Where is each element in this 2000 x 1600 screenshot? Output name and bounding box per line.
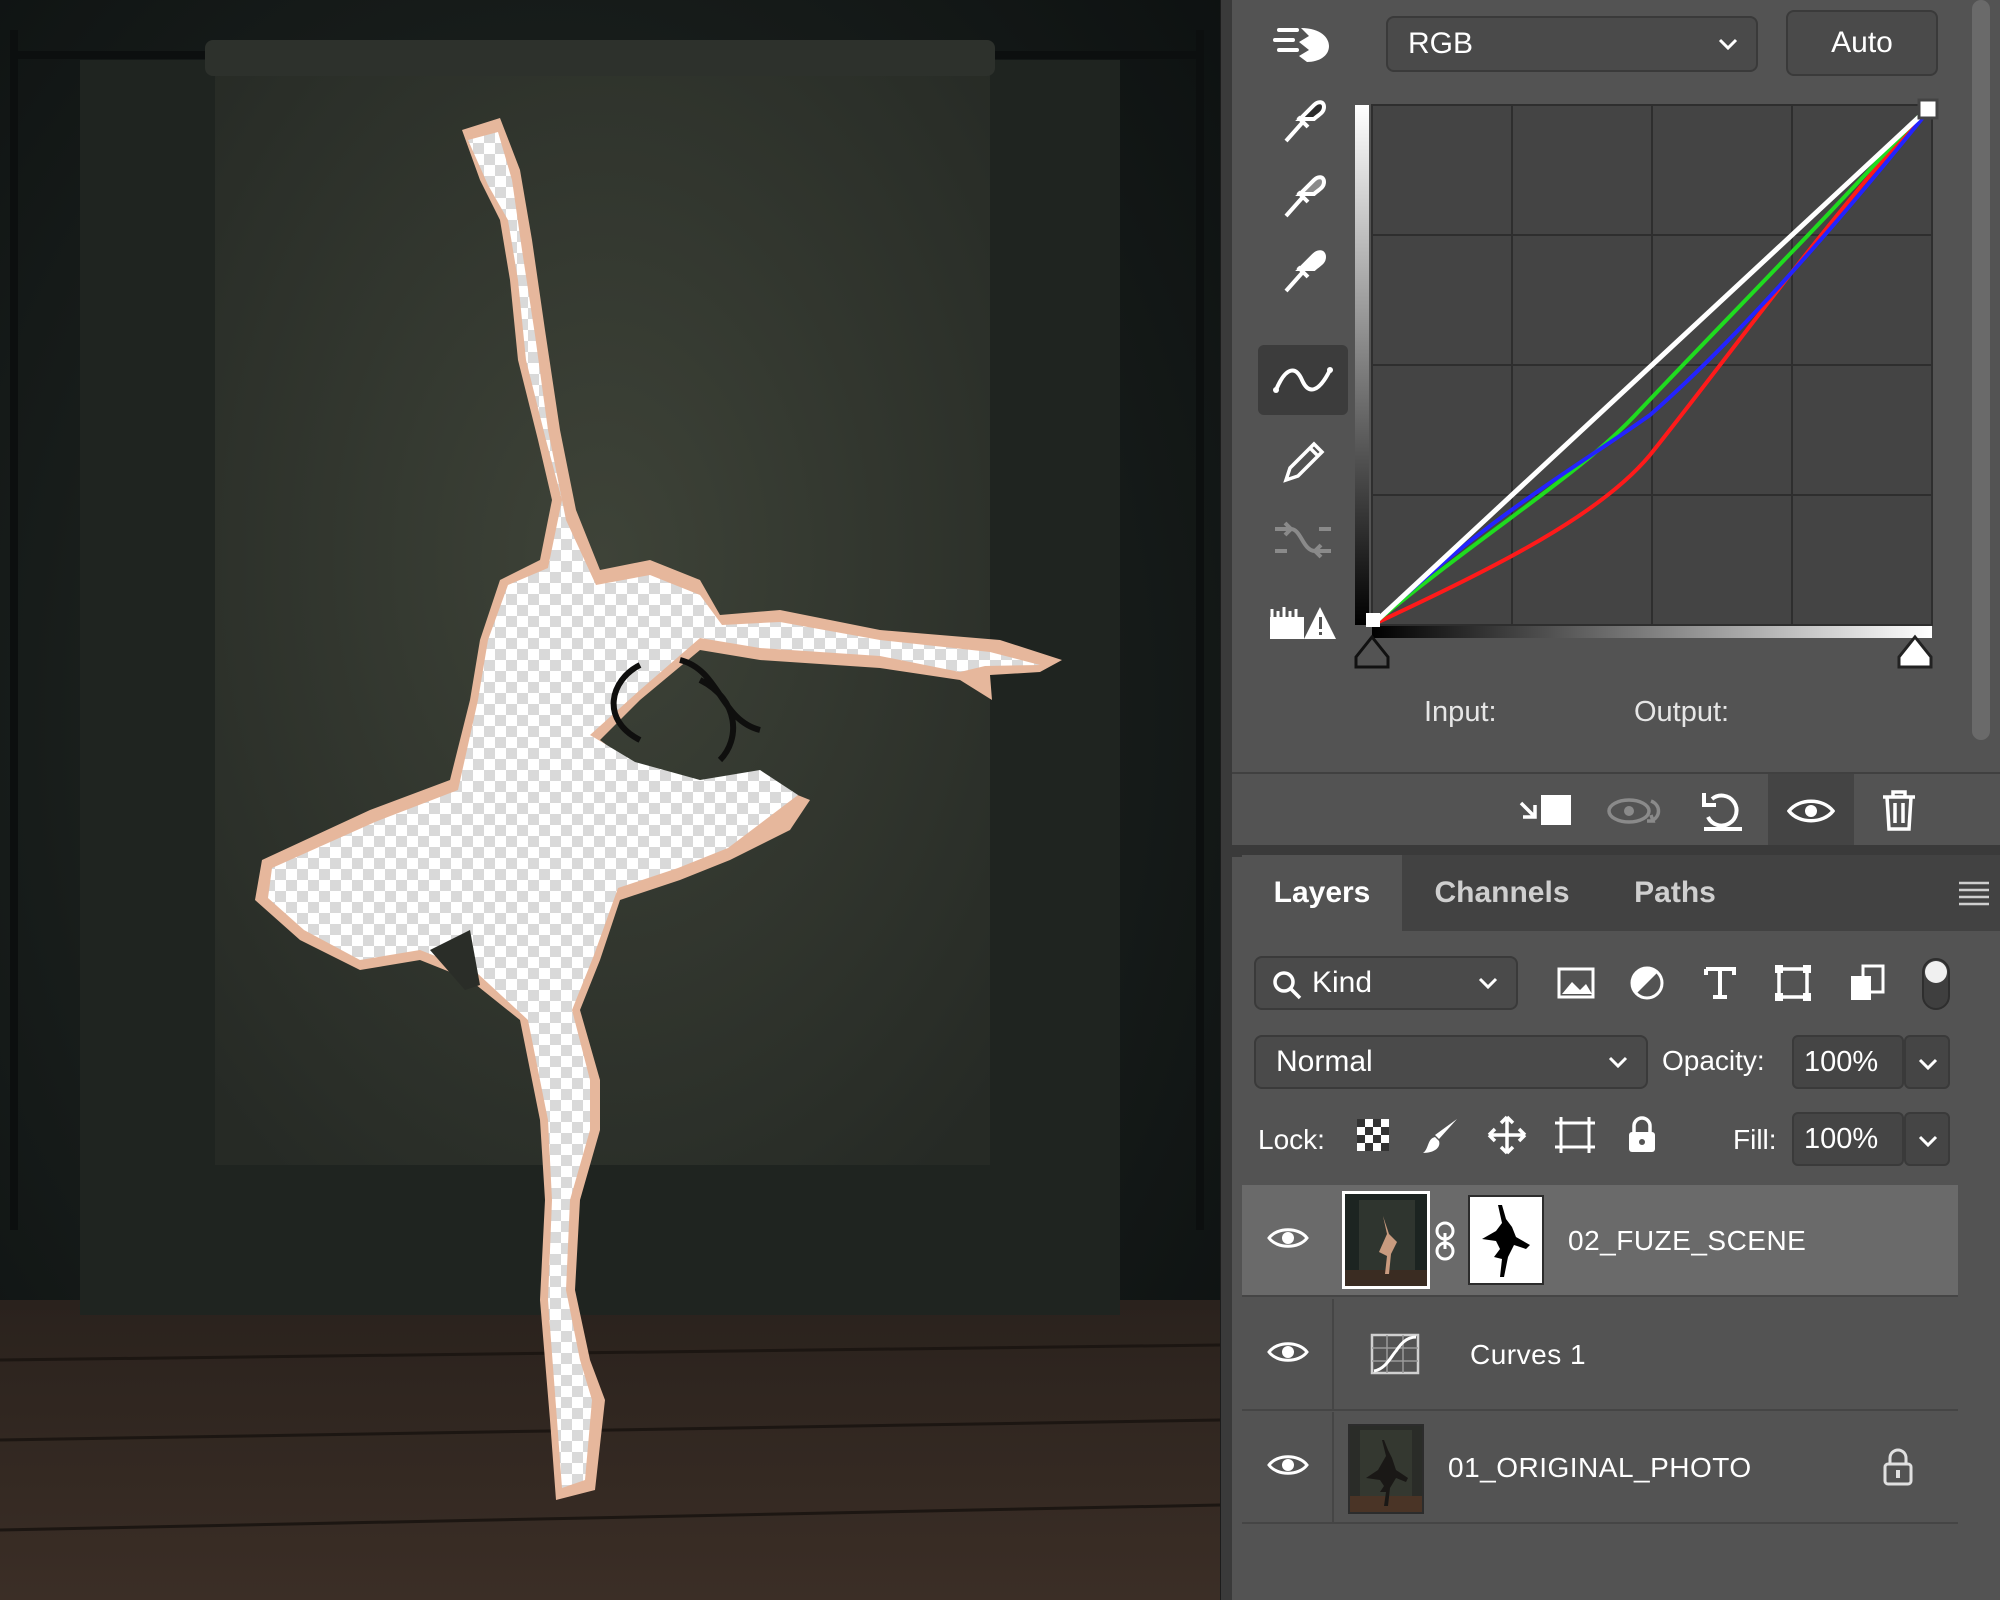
panel-menu-icon[interactable]	[1957, 879, 1991, 907]
layer-lock-icon[interactable]	[1882, 1448, 1914, 1486]
clip-to-layer-icon[interactable]	[1504, 774, 1590, 847]
lock-position-icon[interactable]	[1482, 1110, 1532, 1160]
filter-shape-icon[interactable]	[1768, 958, 1818, 1008]
properties-scrollbar[interactable]	[1972, 0, 1990, 740]
chevron-down-icon	[1918, 1058, 1938, 1070]
filter-smart-object-icon[interactable]	[1842, 958, 1892, 1008]
tab-channels[interactable]: Channels	[1402, 855, 1602, 931]
channel-select-value: RGB	[1408, 27, 1474, 60]
layer-name[interactable]: Curves 1	[1470, 1339, 1586, 1371]
filter-kind-select[interactable]: Kind	[1254, 956, 1518, 1010]
curves-adjustment-icon	[1370, 1333, 1420, 1375]
smooth-icon[interactable]	[1258, 505, 1348, 575]
fill-label: Fill:	[1733, 1124, 1777, 1155]
layer-row-original-photo[interactable]: 01_ORIGINAL_PHOTO	[1242, 1412, 1958, 1524]
output-gradient-bar	[1355, 105, 1369, 625]
curves-graph[interactable]	[1350, 95, 1940, 675]
blend-mode-select[interactable]: Normal	[1254, 1035, 1648, 1089]
lock-all-icon[interactable]	[1617, 1110, 1667, 1160]
fill-dropdown[interactable]	[1904, 1112, 1950, 1166]
opacity-label: Opacity:	[1662, 1045, 1765, 1076]
curve-point-icon[interactable]	[1258, 345, 1348, 415]
layer-name[interactable]: 01_ORIGINAL_PHOTO	[1448, 1452, 1752, 1484]
white-point-slider[interactable]	[1895, 633, 1935, 671]
chevron-down-icon	[1478, 977, 1498, 989]
targeted-adjustment-icon[interactable]	[1258, 10, 1348, 80]
properties-footer	[1232, 772, 2000, 847]
layer-name[interactable]: 02_FUZE_SCENE	[1568, 1225, 1806, 1257]
layer-thumbnail	[1348, 1424, 1424, 1514]
mask-link-icon[interactable]	[1432, 1221, 1458, 1261]
gray-eyedropper-icon[interactable]	[1258, 160, 1348, 230]
output-label: Output:	[1634, 696, 1730, 728]
tab-paths[interactable]: Paths	[1602, 855, 1748, 931]
opacity-dropdown[interactable]	[1904, 1035, 1950, 1089]
visibility-eye-icon[interactable]	[1267, 1339, 1309, 1365]
trash-icon[interactable]	[1856, 774, 1942, 847]
black-eyedropper-icon[interactable]	[1258, 85, 1348, 155]
layers-tabbar: Layers Channels Paths	[1242, 855, 2000, 931]
visibility-icon[interactable]	[1768, 774, 1854, 847]
document-canvas[interactable]	[0, 0, 1220, 1600]
chevron-down-icon	[1608, 1056, 1628, 1068]
view-previous-icon[interactable]	[1592, 774, 1678, 847]
black-point-slider[interactable]	[1352, 633, 1392, 671]
reset-icon[interactable]	[1680, 774, 1766, 847]
pencil-icon[interactable]	[1258, 428, 1348, 498]
white-point-handle[interactable]	[1917, 98, 1939, 120]
white-eyedropper-icon[interactable]	[1258, 235, 1348, 305]
clipping-warning-icon[interactable]	[1258, 588, 1348, 658]
chevron-down-icon	[1918, 1135, 1938, 1147]
filter-toggle[interactable]	[1920, 956, 1952, 1012]
filter-type-icon[interactable]	[1695, 958, 1745, 1008]
auto-button[interactable]: Auto	[1786, 10, 1938, 76]
lock-artboard-icon[interactable]	[1550, 1110, 1600, 1160]
layer-row-curves[interactable]: Curves 1	[1242, 1299, 1958, 1411]
panel-divider[interactable]	[1220, 0, 1232, 1600]
canvas-image	[0, 30, 1220, 1600]
lock-image-pixels-icon[interactable]	[1416, 1110, 1466, 1160]
blend-mode-value: Normal	[1276, 1045, 1373, 1078]
fill-input[interactable]: 100%	[1792, 1112, 1904, 1166]
layer-row-fuze-scene[interactable]: 02_FUZE_SCENE	[1242, 1185, 1958, 1297]
black-point-handle[interactable]	[1366, 613, 1380, 627]
input-gradient-bar	[1372, 624, 1932, 638]
chevron-down-icon	[1718, 38, 1738, 50]
visibility-eye-icon[interactable]	[1267, 1452, 1309, 1478]
opacity-input[interactable]: 100%	[1792, 1035, 1904, 1089]
filter-kind-value: Kind	[1312, 966, 1373, 999]
input-label: Input:	[1424, 696, 1497, 728]
filter-adjustment-icon[interactable]	[1622, 958, 1672, 1008]
layer-mask-thumbnail[interactable]	[1468, 1195, 1544, 1285]
visibility-eye-icon[interactable]	[1267, 1225, 1309, 1251]
lock-transparent-pixels-icon[interactable]	[1348, 1110, 1398, 1160]
search-icon	[1273, 971, 1302, 1000]
tab-layers[interactable]: Layers	[1242, 855, 1402, 931]
layer-thumbnail	[1342, 1191, 1430, 1289]
filter-pixel-icon[interactable]	[1551, 958, 1601, 1008]
channel-select[interactable]: RGB	[1386, 16, 1758, 72]
lock-label: Lock:	[1258, 1124, 1325, 1155]
